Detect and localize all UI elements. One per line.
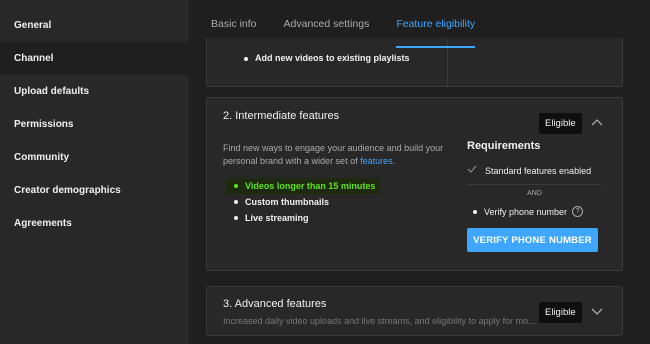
status-badge: Eligible [539, 302, 582, 323]
sidebar-item-label: Permissions [14, 119, 74, 130]
sidebar-item-general[interactable]: General [0, 9, 189, 42]
advanced-features-card[interactable]: 3. Advanced features Increased daily vid… [206, 286, 623, 336]
chevron-up-icon[interactable] [590, 118, 604, 128]
settings-sidebar: General Channel Upload defaults Permissi… [0, 0, 189, 344]
help-icon[interactable]: ? [572, 206, 584, 217]
requirements-panel: Requirements Standard features enabled A… [467, 140, 602, 252]
tab-basic-info[interactable]: Basic info [211, 0, 257, 48]
sidebar-item-upload-defaults[interactable]: Upload defaults [0, 75, 189, 108]
sidebar-item-label: General [14, 20, 52, 31]
tab-advanced-settings[interactable]: Advanced settings [284, 0, 370, 48]
verify-phone-button[interactable]: VERIFY PHONE NUMBER [467, 228, 598, 252]
sidebar-item-agreements[interactable]: Agreements [0, 207, 189, 240]
settings-tabs: Basic info Advanced settings Feature eli… [211, 0, 502, 48]
list-item: Videos longer than 15 minutes [226, 178, 380, 194]
sidebar-item-label: Upload defaults [14, 86, 90, 97]
sidebar-item-community[interactable]: Community [0, 141, 189, 174]
card-title: 3. Advanced features [223, 298, 327, 310]
bullet-icon [234, 216, 238, 220]
sidebar-item-label: Community [14, 152, 69, 163]
check-icon [467, 165, 481, 176]
bullet-icon [473, 209, 477, 214]
list-item: Custom thumbnails [234, 194, 379, 210]
tab-feature-eligibility[interactable]: Feature eligibility [396, 0, 475, 48]
requirement-item: Verify phone number ? [467, 206, 602, 217]
sidebar-item-label: Creator demographics [14, 185, 121, 196]
card-description: Increased daily video uploads and live s… [223, 316, 536, 326]
sidebar-item-creator-demographics[interactable]: Creator demographics [0, 174, 189, 207]
features-link[interactable]: features [360, 156, 393, 166]
sidebar-item-channel[interactable]: Channel [0, 42, 189, 75]
sidebar-item-permissions[interactable]: Permissions [0, 108, 189, 141]
requirements-title: Requirements [467, 140, 541, 152]
status-badge: Eligible [539, 113, 582, 134]
card-description: Find new ways to engage your audience an… [223, 143, 444, 166]
and-divider: AND [467, 184, 602, 200]
list-item: Live streaming [234, 210, 379, 226]
requirement-item: Standard features enabled [467, 165, 602, 176]
bullet-icon [234, 200, 238, 204]
sidebar-item-label: Channel [14, 53, 54, 64]
feature-list: Videos longer than 15 minutes Custom thu… [226, 178, 380, 226]
card-title: 2. Intermediate features [223, 110, 340, 122]
feature-item: Add new videos to existing playlists [244, 53, 410, 63]
bullet-icon [244, 56, 248, 61]
bullet-icon [234, 184, 238, 188]
chevron-down-icon[interactable] [590, 306, 604, 316]
sidebar-item-label: Agreements [14, 218, 72, 229]
intermediate-features-card: 2. Intermediate features Eligible Find n… [206, 97, 623, 271]
